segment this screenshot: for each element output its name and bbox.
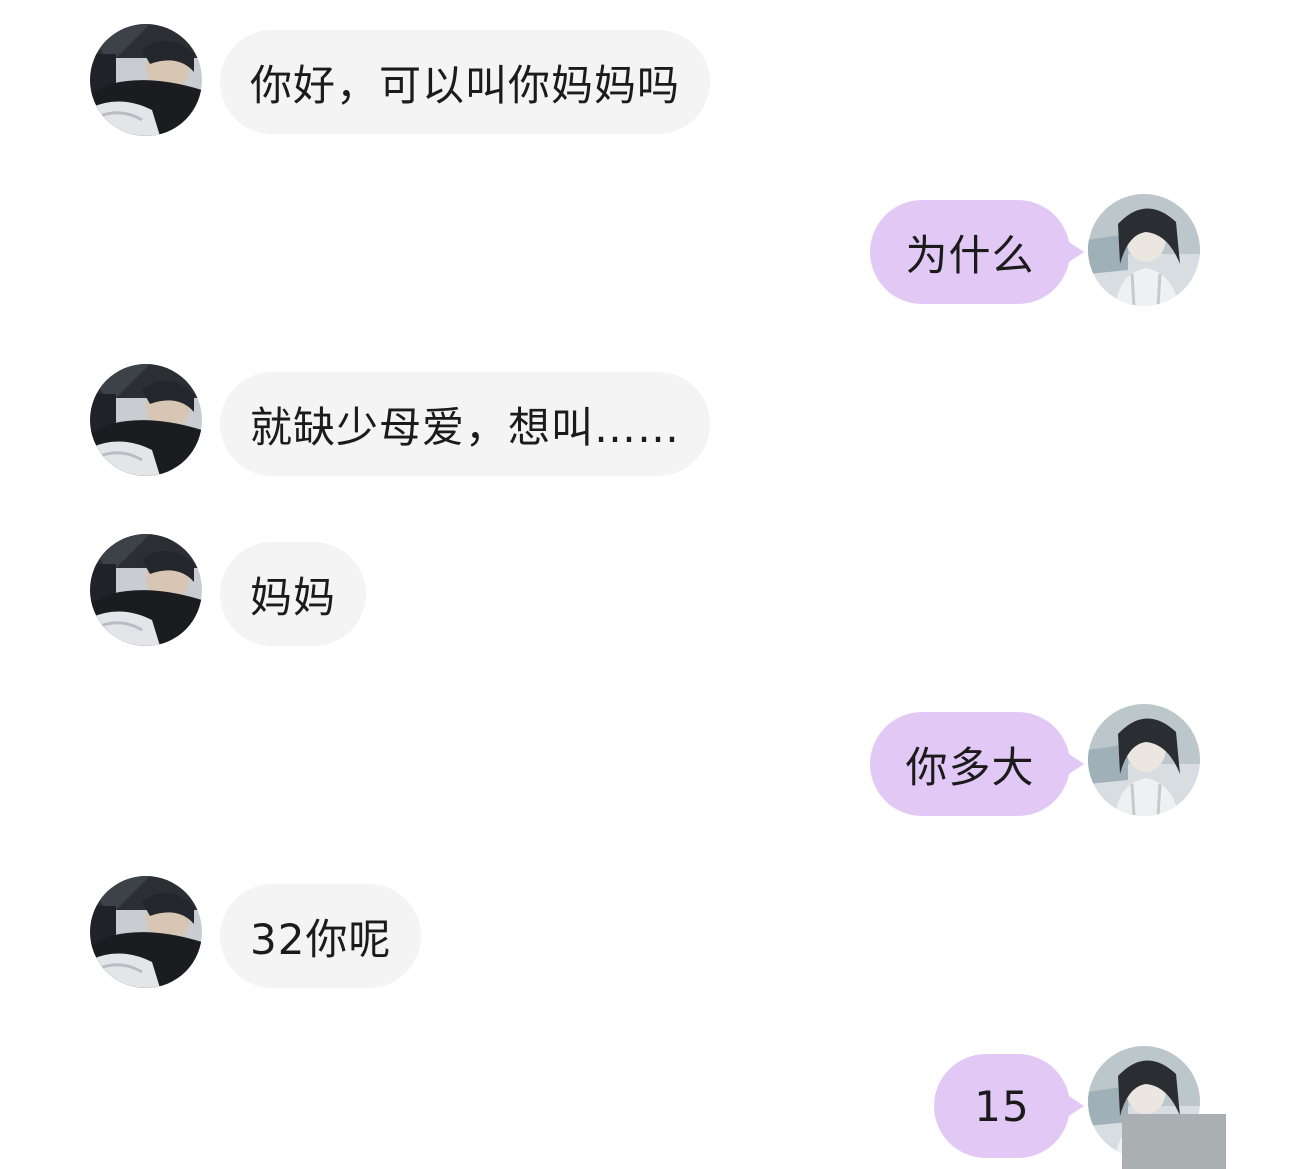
incoming-message-bubble[interactable]: 32你呢 bbox=[220, 884, 422, 988]
message-text: 你多大 bbox=[905, 742, 1035, 792]
outgoing-message-bubble[interactable]: 你多大 bbox=[870, 712, 1084, 816]
message-text: 15 bbox=[974, 1081, 1030, 1131]
outgoing-message-bubble[interactable]: 15 bbox=[934, 1054, 1084, 1158]
incoming-message-bubble[interactable]: 妈妈 bbox=[220, 542, 367, 646]
message-text: 为什么 bbox=[905, 230, 1035, 280]
message-text: 你好，可以叫你妈妈吗 bbox=[250, 60, 681, 110]
contact-avatar-image bbox=[90, 876, 202, 988]
incoming-message-bubble[interactable]: 你好，可以叫你妈妈吗 bbox=[220, 30, 711, 134]
contact-avatar[interactable] bbox=[90, 876, 202, 988]
contact-avatar-image bbox=[90, 534, 202, 646]
user-avatar-image bbox=[1088, 704, 1200, 816]
corner-overlay bbox=[1122, 1114, 1226, 1169]
user-avatar-image bbox=[1088, 194, 1200, 306]
user-avatar[interactable] bbox=[1088, 194, 1200, 306]
contact-avatar[interactable] bbox=[90, 534, 202, 646]
contact-avatar[interactable] bbox=[90, 24, 202, 136]
contact-avatar-image bbox=[90, 364, 202, 476]
chat-thread: 你好，可以叫你妈妈吗 为什么 就缺少母爱，想叫…… 妈妈 你多大 32你呢 15 bbox=[0, 0, 1290, 1169]
contact-avatar-image bbox=[90, 24, 202, 136]
message-text: 妈妈 bbox=[250, 572, 337, 622]
message-text: 32你呢 bbox=[250, 914, 392, 964]
contact-avatar[interactable] bbox=[90, 364, 202, 476]
message-text: 就缺少母爱，想叫…… bbox=[250, 402, 681, 452]
user-avatar[interactable] bbox=[1088, 704, 1200, 816]
outgoing-message-bubble[interactable]: 为什么 bbox=[870, 200, 1084, 304]
incoming-message-bubble[interactable]: 就缺少母爱，想叫…… bbox=[220, 372, 711, 476]
